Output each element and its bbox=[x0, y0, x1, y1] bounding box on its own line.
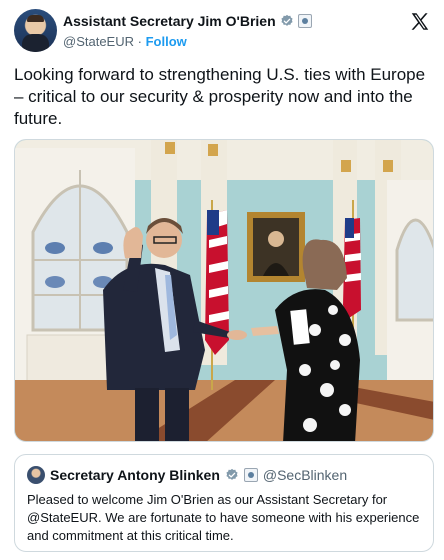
avatar-suit bbox=[22, 34, 49, 52]
quoted-government-seal-icon bbox=[243, 468, 258, 482]
quoted-tweet-header: Secretary Antony Blinken @SecBlinken bbox=[27, 465, 421, 485]
quoted-tweet-text: Pleased to welcome Jim O'Brien as our As… bbox=[27, 492, 420, 543]
quoted-author-display-name[interactable]: Secretary Antony Blinken bbox=[50, 467, 220, 483]
author-names: Assistant Secretary Jim O'Brien @StateEU… bbox=[63, 12, 312, 51]
tweet-header: Assistant Secretary Jim O'Brien @StateEU… bbox=[14, 9, 434, 53]
government-seal-icon bbox=[297, 14, 312, 28]
swearing-in-photo bbox=[15, 140, 433, 441]
follow-button[interactable]: Follow bbox=[146, 34, 187, 49]
tweet-card: Assistant Secretary Jim O'Brien @StateEU… bbox=[0, 0, 444, 560]
quoted-author-handle[interactable]: @SecBlinken bbox=[263, 467, 347, 483]
handle-separator: · bbox=[137, 34, 142, 49]
tweet-text: Looking forward to strengthening U.S. ti… bbox=[14, 65, 426, 128]
author-handle-row: @StateEUR · Follow bbox=[63, 33, 312, 51]
author-avatar[interactable] bbox=[14, 9, 57, 52]
quoted-verified-badge-icon bbox=[226, 468, 238, 480]
quoted-tweet[interactable]: Secretary Antony Blinken @SecBlinken Ple… bbox=[14, 454, 434, 552]
x-logo-icon[interactable] bbox=[409, 11, 431, 33]
quoted-author-avatar[interactable] bbox=[27, 466, 45, 484]
tweet-photo[interactable] bbox=[14, 139, 434, 442]
author-display-name[interactable]: Assistant Secretary Jim O'Brien bbox=[63, 12, 276, 30]
avatar-hair bbox=[27, 15, 44, 22]
author-handle[interactable]: @StateEUR bbox=[63, 34, 134, 49]
author-display-name-row: Assistant Secretary Jim O'Brien bbox=[63, 12, 312, 30]
verified-badge-icon bbox=[281, 14, 293, 26]
